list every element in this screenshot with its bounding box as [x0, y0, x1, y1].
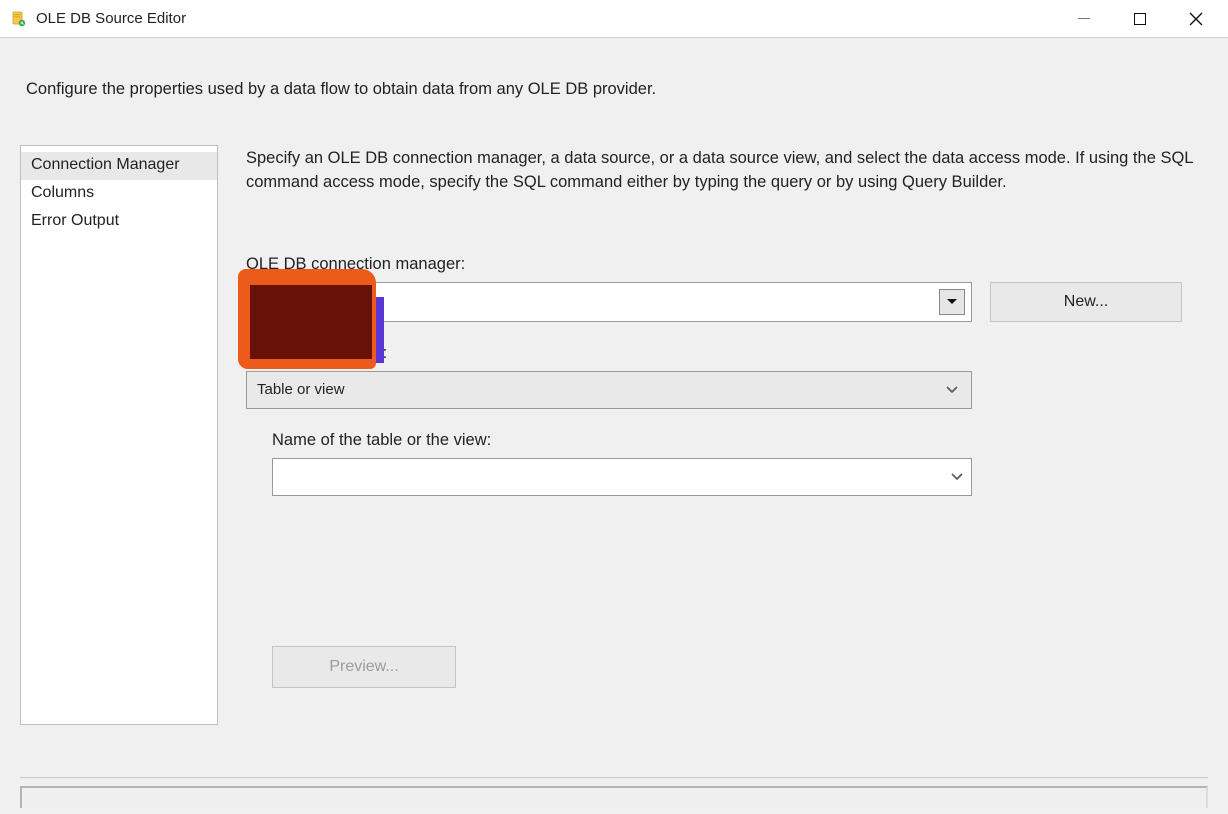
redaction-overlay [250, 285, 372, 359]
maximize-button[interactable] [1112, 2, 1168, 36]
connection-manager-label: OLE DB connection manager: [246, 255, 1204, 274]
data-access-mode-label: Data access mode: [246, 344, 1204, 363]
data-access-mode-dropdown[interactable]: Table or view [246, 371, 972, 409]
close-button[interactable] [1168, 2, 1224, 36]
preview-button-label: Preview... [329, 658, 398, 676]
status-frame [20, 786, 1208, 808]
data-access-mode-value: Table or view [257, 381, 345, 398]
window-title: OLE DB Source Editor [36, 10, 1056, 27]
sidebar-item-error-output[interactable]: Error Output [21, 208, 217, 236]
new-connection-button[interactable]: New... [990, 282, 1182, 322]
app-icon [8, 9, 28, 29]
sidebar: Connection Manager Columns Error Output [20, 145, 218, 725]
new-button-label: New... [1064, 293, 1108, 311]
table-name-dropdown[interactable] [272, 458, 972, 496]
chevron-down-icon [939, 289, 965, 315]
instructions-text: Specify an OLE DB connection manager, a … [246, 147, 1204, 195]
sidebar-item-label: Error Output [31, 212, 119, 229]
main-panel: Specify an OLE DB connection manager, a … [246, 145, 1208, 688]
separator [20, 777, 1208, 778]
minimize-button[interactable] [1056, 2, 1112, 36]
preview-button[interactable]: Preview... [272, 646, 456, 688]
table-name-label: Name of the table or the view: [272, 431, 1204, 450]
titlebar: OLE DB Source Editor [0, 0, 1228, 38]
sidebar-item-columns[interactable]: Columns [21, 180, 217, 208]
sidebar-item-label: Connection Manager [31, 156, 180, 173]
sidebar-item-label: Columns [31, 184, 94, 201]
chevron-down-icon [951, 473, 963, 481]
sidebar-item-connection-manager[interactable]: Connection Manager [21, 152, 217, 180]
chevron-down-icon [939, 377, 965, 403]
page-subtitle: Configure the properties used by a data … [26, 80, 1208, 99]
